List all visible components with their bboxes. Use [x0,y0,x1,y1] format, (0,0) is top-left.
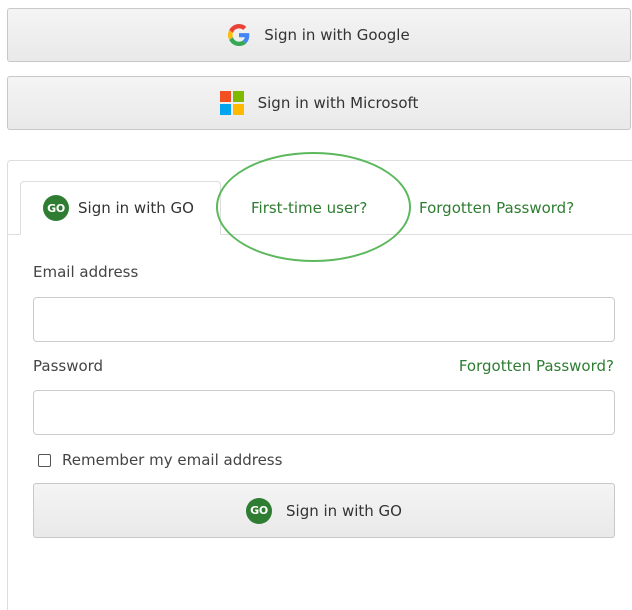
go-logo-icon: GO [246,497,273,524]
microsoft-logo-icon [219,91,244,115]
tab-forgotten-password[interactable]: Forgotten Password? [419,181,574,234]
forgot-password-link[interactable]: Forgotten Password? [459,357,614,375]
tab-forgotten-password-label: Forgotten Password? [419,198,575,217]
sign-in-microsoft-label: Sign in with Microsoft [257,94,419,112]
password-label: Password [33,357,104,375]
sign-in-google-button[interactable]: Sign in with Google [7,8,631,62]
password-input[interactable] [33,390,615,435]
email-label: Email address [33,263,139,281]
remember-email-label: Remember my email address [62,451,283,469]
remember-email-row: Remember my email address [38,451,282,469]
tab-sign-in-with-go-label: Sign in with GO [78,199,194,217]
sign-in-panel: GO Sign in with GO First-time user? Forg… [7,160,632,610]
tab-first-time-user-label: First-time user? [251,198,368,217]
remember-email-checkbox[interactable] [38,453,51,467]
go-logo-icon: GO [43,195,69,221]
sign-in-with-go-button[interactable]: GO Sign in with GO [33,483,615,538]
tab-first-time-user[interactable]: First-time user? [251,181,367,234]
login-page: Sign in with Google Sign in with Microso… [0,0,632,610]
tab-sign-in-with-go[interactable]: GO Sign in with GO [20,181,221,235]
sign-in-with-go-button-label: Sign in with GO [286,501,402,520]
sign-in-google-label: Sign in with Google [264,26,410,44]
email-input[interactable] [33,297,615,342]
google-g-icon [228,24,250,46]
sign-in-microsoft-button[interactable]: Sign in with Microsoft [7,76,631,130]
tab-bar: GO Sign in with GO First-time user? Forg… [8,161,632,235]
